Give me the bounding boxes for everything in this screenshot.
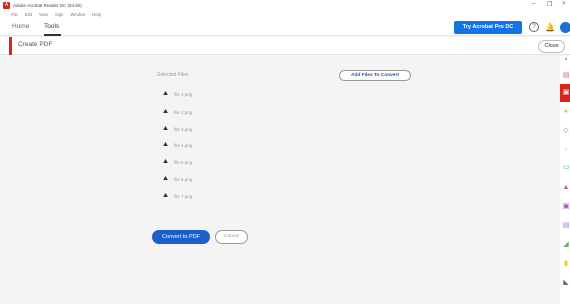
page-title: Create PDF bbox=[18, 41, 53, 48]
list-item[interactable]: ⛰ file 6.png bbox=[163, 175, 192, 183]
pink-tool-icon-2[interactable]: ▲ bbox=[562, 184, 570, 192]
tab-tools[interactable]: Tools bbox=[44, 23, 59, 30]
green-tool-icon-2[interactable]: ▫ bbox=[562, 146, 570, 154]
help-icon[interactable]: ? bbox=[529, 22, 539, 32]
right-tools-pane: ▪ ▤ ▣ ● ◇ ▫ ▭ ▲ ▣ ▤ ◢ ▮ ◣ bbox=[560, 56, 570, 304]
add-files-button[interactable]: Add Files To Convert bbox=[339, 70, 411, 81]
maximize-button[interactable]: ❐ bbox=[547, 1, 552, 8]
yellow-tool-icon[interactable]: ● bbox=[562, 108, 570, 116]
menu-view[interactable]: View bbox=[39, 12, 48, 17]
tool-accent-bar bbox=[9, 37, 12, 55]
selected-files-label: Selected Files bbox=[157, 72, 189, 78]
active-tab-indicator bbox=[44, 34, 61, 36]
acrobat-logo-icon: A bbox=[3, 1, 10, 9]
close-tool-button[interactable]: Close bbox=[538, 40, 565, 53]
cancel-button[interactable]: Cancel bbox=[215, 230, 248, 244]
menu-edit[interactable]: Edit bbox=[25, 12, 32, 17]
green-tool-icon-3[interactable]: ◢ bbox=[562, 241, 570, 249]
green-tool-icon[interactable]: ▪ bbox=[562, 56, 570, 64]
try-acrobat-pro-button[interactable]: Try Acrobat Pro DC bbox=[454, 21, 522, 34]
notifications-bell-icon[interactable]: 🔔 bbox=[545, 23, 555, 32]
list-item[interactable]: ⛰ file 7.png bbox=[163, 192, 192, 200]
gray-tool-icon[interactable]: ◣ bbox=[562, 279, 570, 287]
list-item[interactable]: ⛰ file 1.png bbox=[163, 90, 192, 98]
menu-file[interactable]: File bbox=[11, 12, 18, 17]
create-pdf-tool-icon[interactable]: ▣ bbox=[562, 89, 570, 97]
file-name: file 4.png bbox=[174, 142, 193, 148]
file-name: file 3.png bbox=[174, 126, 193, 132]
avatar[interactable] bbox=[560, 22, 570, 33]
image-file-icon: ⛰ bbox=[163, 158, 169, 165]
tab-home[interactable]: Home bbox=[12, 23, 29, 30]
magenta-tool-icon[interactable]: ▣ bbox=[562, 203, 570, 211]
list-item[interactable]: ⛰ file 4.png bbox=[163, 141, 192, 149]
purple-tool-icon-2[interactable]: ▤ bbox=[562, 222, 570, 230]
title-bar: A Adobe Acrobat Reader DC (64-bit) – ❐ × bbox=[0, 0, 570, 10]
yellow-tool-icon-2[interactable]: ▮ bbox=[562, 260, 570, 268]
window-title: Adobe Acrobat Reader DC (64-bit) bbox=[13, 2, 82, 8]
menu-sign[interactable]: Sign bbox=[55, 12, 63, 17]
convert-to-pdf-button[interactable]: Convert to PDF bbox=[152, 230, 210, 244]
menu-bar: File Edit View Sign Window Help bbox=[0, 10, 570, 18]
tool-header: Create PDF Close bbox=[0, 37, 570, 55]
list-item[interactable]: ⛰ file 2.png bbox=[163, 108, 192, 116]
list-item[interactable]: ⛰ file 5.png bbox=[163, 158, 192, 166]
file-name: file 6.png bbox=[174, 176, 193, 182]
menu-help[interactable]: Help bbox=[92, 12, 101, 17]
menu-window[interactable]: Window bbox=[70, 12, 85, 17]
image-file-icon: ⛰ bbox=[163, 192, 169, 199]
file-name: file 5.png bbox=[174, 159, 193, 165]
file-name: file 1.png bbox=[174, 91, 193, 97]
teal-tool-icon[interactable]: ▭ bbox=[562, 164, 570, 172]
image-file-icon: ⛰ bbox=[163, 141, 169, 148]
image-file-icon: ⛰ bbox=[163, 125, 169, 132]
purple-tool-icon[interactable]: ◇ bbox=[562, 127, 570, 135]
pink-tool-icon[interactable]: ▤ bbox=[562, 72, 570, 80]
minimize-button[interactable]: – bbox=[532, 1, 535, 7]
image-file-icon: ⛰ bbox=[163, 90, 169, 97]
main-content: Selected Files Add Files To Convert ⛰ fi… bbox=[0, 56, 560, 304]
file-name: file 7.png bbox=[174, 193, 193, 199]
image-file-icon: ⛰ bbox=[163, 108, 169, 115]
file-name: file 2.png bbox=[174, 109, 193, 115]
list-item[interactable]: ⛰ file 3.png bbox=[163, 125, 192, 133]
close-window-button[interactable]: × bbox=[562, 1, 566, 7]
image-file-icon: ⛰ bbox=[163, 175, 169, 182]
